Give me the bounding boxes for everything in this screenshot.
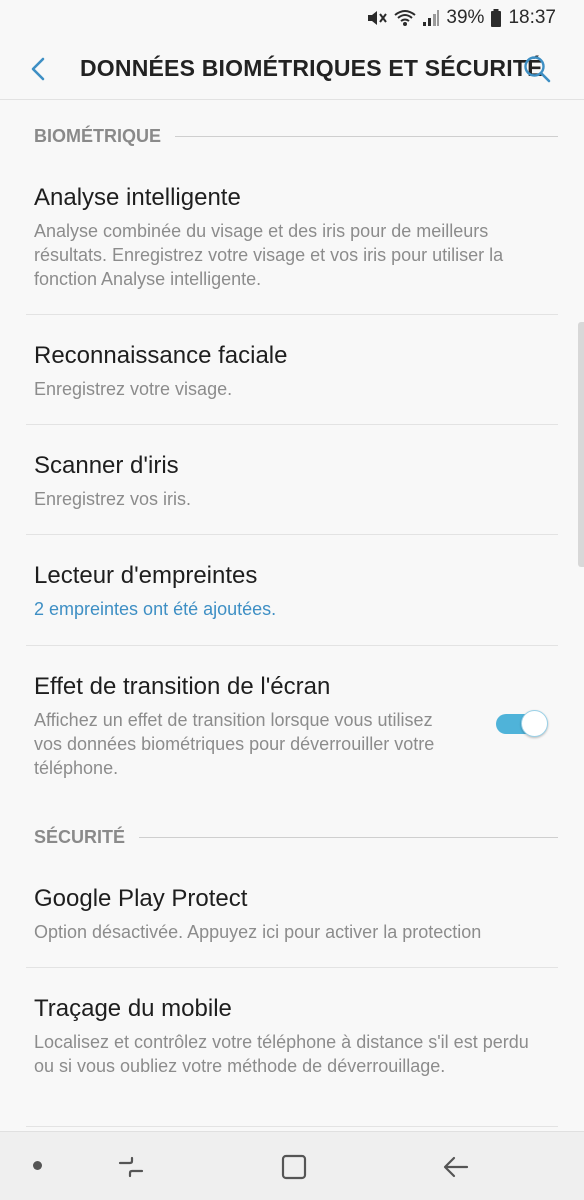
item-title: Analyse intelligente [34, 184, 241, 211]
scrollbar[interactable] [578, 322, 584, 567]
divider [26, 645, 558, 646]
item-title: Lecteur d'empreintes [34, 562, 258, 589]
list-item-lecteur-empreintes[interactable]: Lecteur d'empreintes 2 empreintes ont ét… [0, 561, 584, 621]
divider [26, 424, 558, 425]
section-divider [175, 136, 558, 137]
recents-button[interactable] [116, 1152, 146, 1182]
nav-dot-icon[interactable] [33, 1161, 42, 1170]
item-title: Effet de transition de l'écran [34, 673, 331, 700]
divider [26, 967, 558, 968]
nav-back-icon [443, 1156, 469, 1178]
divider [26, 314, 558, 315]
item-subtitle: Enregistrez votre visage. [34, 379, 233, 399]
nav-back-button[interactable] [441, 1152, 471, 1182]
section-label-security: SÉCURITÉ [34, 827, 126, 847]
status-bar: 39% 18:37 [0, 0, 584, 36]
item-subtitle: Affichez un effet de transition lorsque … [34, 710, 435, 778]
item-subtitle: Localisez et contrôlez votre téléphone à… [34, 1032, 529, 1076]
item-subtitle: 2 empreintes ont été ajoutées. [34, 599, 277, 619]
item-subtitle: Enregistrez vos iris. [34, 489, 192, 509]
list-item-google-play-protect[interactable]: Google Play Protect Option désactivée. A… [0, 884, 584, 944]
app-bar: DONNÉES BIOMÉTRIQUES ET SÉCURITÉ [0, 36, 584, 100]
section-header-biometric: BIOMÉTRIQUE [34, 126, 558, 147]
battery-icon [490, 8, 502, 28]
list-item-reconnaissance-faciale[interactable]: Reconnaissance faciale Enregistrez votre… [0, 341, 584, 401]
section-divider [139, 837, 558, 838]
transition-effect-toggle[interactable] [494, 708, 548, 738]
section-label-biometric: BIOMÉTRIQUE [34, 126, 162, 146]
mute-icon [366, 8, 388, 28]
navigation-bar [0, 1131, 584, 1200]
search-icon [524, 56, 551, 83]
item-title: Scanner d'iris [34, 452, 179, 479]
clock: 18:37 [508, 7, 556, 28]
item-title: Traçage du mobile [34, 995, 232, 1022]
item-subtitle: Option désactivée. Appuyez ici pour acti… [34, 922, 482, 942]
screen: 39% 18:37 DONNÉES BIOMÉTRIQUES ET SÉCURI… [0, 0, 584, 1200]
recents-icon [118, 1156, 144, 1178]
divider [26, 534, 558, 535]
section-header-security: SÉCURITÉ [34, 827, 558, 848]
page-title: DONNÉES BIOMÉTRIQUES ET SÉCURITÉ [80, 55, 543, 81]
search-button[interactable] [522, 54, 552, 84]
list-item-analyse-intelligente[interactable]: Analyse intelligente Analyse combinée du… [0, 183, 584, 291]
signal-icon [422, 8, 440, 28]
item-title: Reconnaissance faciale [34, 342, 288, 369]
back-button[interactable] [26, 56, 52, 82]
toggle-thumb [521, 710, 548, 737]
divider [26, 1126, 558, 1127]
list-item-scanner-iris[interactable]: Scanner d'iris Enregistrez vos iris. [0, 451, 584, 511]
item-subtitle: Analyse combinée du visage et des iris p… [34, 221, 504, 289]
battery-percent: 39% [446, 7, 485, 28]
wifi-icon [394, 8, 417, 28]
back-arrow-icon [31, 57, 45, 81]
home-icon [281, 1154, 307, 1180]
item-title: Google Play Protect [34, 885, 248, 912]
home-button[interactable] [279, 1152, 309, 1182]
list-item-tracage-mobile[interactable]: Traçage du mobile Localisez et contrôlez… [0, 994, 584, 1078]
